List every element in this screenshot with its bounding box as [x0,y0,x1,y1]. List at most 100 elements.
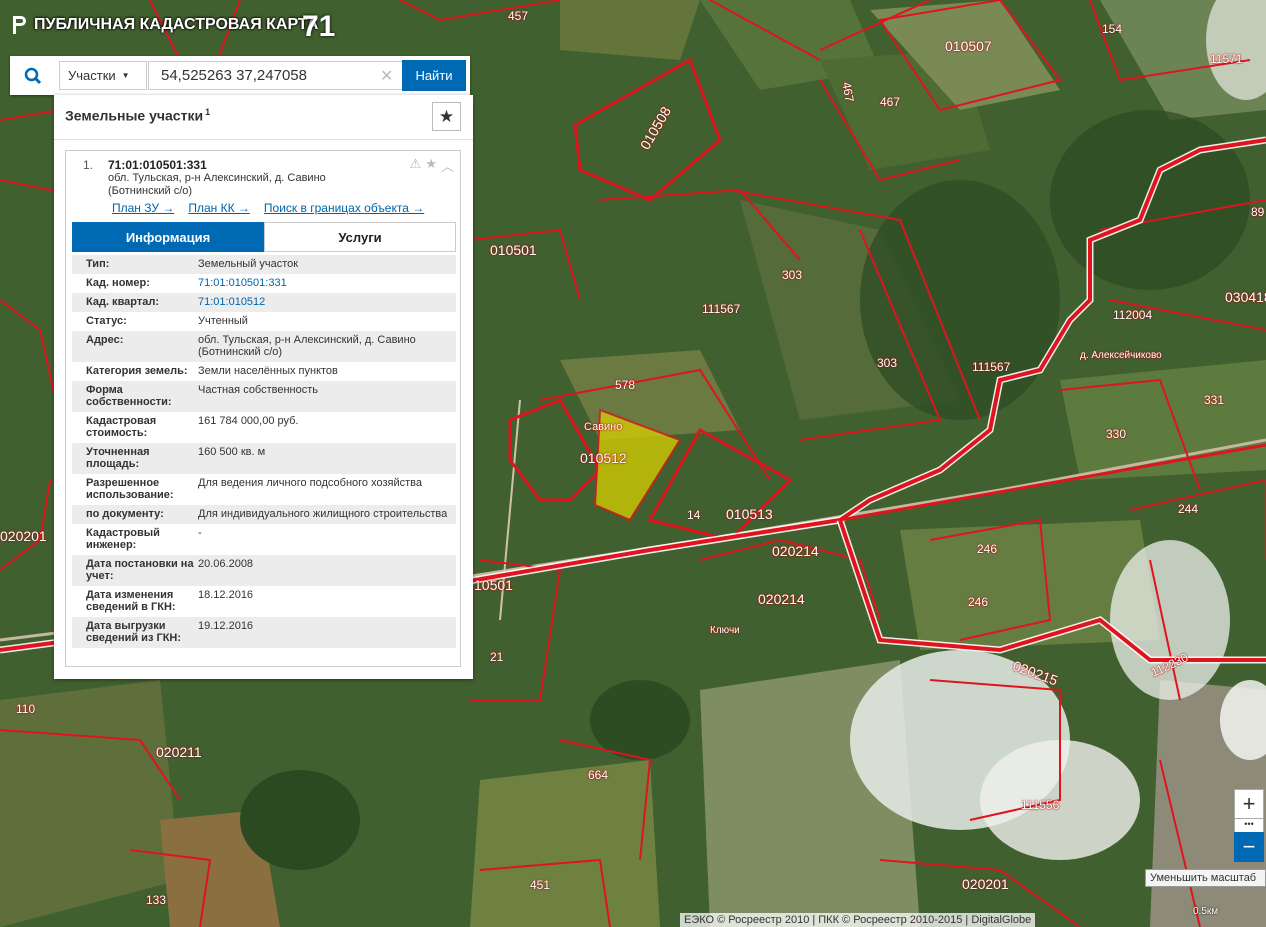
info-key: Кадастровая стоимость: [86,415,157,439]
star-icon: ★ [438,106,455,126]
cad-number-link[interactable]: 71:01:010501:331 [198,277,456,289]
search-type-select[interactable]: Участки ▼ [59,61,147,90]
info-row: Кад. номер: 71:01:010501:331 [72,274,456,293]
panel-header: Земельные участки 1 ★ [54,95,473,140]
info-value: 160 500 кв. м [198,446,266,458]
zoom-out-button[interactable]: − [1234,832,1264,862]
parcel-label: 246 [977,542,998,556]
quarter-label: 020201 [962,876,1009,892]
parcel-label: 330 [1106,427,1127,441]
info-row: Дата постановки на учет: 20.06.2008 [72,555,456,586]
info-value: 20.06.2008 [198,558,254,570]
parcel-label: 11571 [1210,52,1243,66]
parcel-label: 111567 [702,302,741,316]
info-row: по документу: Для индивидуального жилищно… [72,505,456,524]
info-key: Дата постановки на учет: [86,558,194,582]
info-key: Кад. квартал: [86,296,160,308]
place-label: Ключи [710,625,740,636]
tab-info[interactable]: Информация [72,222,264,252]
quarter-label: 010513 [726,506,773,522]
info-key: Форма собственности: [86,384,172,408]
favorites-button[interactable]: ★ [432,102,461,131]
star-icon[interactable]: ★ [425,156,437,175]
results-panel: Земельные участки 1 ★ 1. 71:01:010501:331… [54,95,473,679]
card-address: обл. Тульская, р-н Алексинский, д. Савин… [108,172,326,197]
info-value: Земельный участок [198,258,299,270]
chevron-up-icon[interactable]: ︿ [441,156,454,175]
app-title-text: ПУБЛИЧНАЯ КАДАСТРОВАЯ КАРТА [34,16,319,33]
info-key: Дата изменения сведений в ГКН: [86,589,176,613]
info-key: по документу: [86,508,164,520]
parcel-label: 451 [530,878,551,892]
info-row: Категория земель: Земли населённых пункто… [72,362,456,381]
parcel-label: 303 [877,356,898,370]
caret-down-icon: ▼ [121,71,130,80]
info-key: Тип: [86,258,110,270]
search-input[interactable]: 54,525263 37,247058 [148,61,410,90]
place-label: Савино [584,421,623,433]
parcel-label: 244 [1178,502,1199,516]
info-value: обл. Тульская, р-н Алексинский, д. Савин… [198,334,416,358]
search-in-bounds-link[interactable]: Поиск в границах объекта → [264,201,424,215]
info-row: Тип: Земельный участок [72,255,456,274]
search-icon[interactable] [10,56,56,95]
parcel-label: 21 [490,650,504,664]
info-value: Учтенный [198,315,248,327]
info-value: Для ведения личного подсобного хозяйства [198,477,422,489]
info-key: Категория земель: [86,365,188,377]
parcel-label: 14 [687,508,701,522]
map-attribution: ЕЭКО © Росреестр 2010 | ПКК © Росреестр … [680,913,1036,927]
parcel-label: 467 [880,95,901,109]
parcel-label: 457 [508,9,529,23]
warning-icon[interactable]: ⚠ [410,156,422,175]
quarter-label: 010501 [490,242,537,258]
quarter-label: 010507 [945,38,992,54]
panel-title: Земельные участки 1 [65,107,210,124]
result-count: 1 [205,107,211,117]
info-row: Форма собственности: Частная собственност… [72,381,456,412]
card-links: План ЗУ → План КК → Поиск в границах объ… [112,201,424,215]
info-value: Для индивидуального жилищного строительс… [198,508,448,520]
info-key: Адрес: [86,334,124,346]
parcel-label: 664 [588,768,609,782]
plan-kk-link[interactable]: План КК → [188,201,250,215]
zoom-controls: + ••• − [1234,789,1264,862]
parcel-label: 154 [1102,22,1123,36]
app-title[interactable]: ПУБЛИЧНАЯ КАДАСТРОВАЯ КАРТА [10,14,318,36]
zoom-in-button[interactable]: + [1234,789,1264,819]
parcel-label: 111567 [972,360,1011,374]
info-row: Кадастровый инженер: - [72,524,456,555]
plan-zu-link[interactable]: План ЗУ → [112,201,174,215]
info-value: 161 784 000,00 руб. [198,415,299,427]
parcel-label: 133 [146,893,167,907]
info-key: Кадастровый инженер: [86,527,160,551]
info-row: Статус: Учтенный [72,312,456,331]
parcel-label: 112004 [1113,308,1153,322]
tab-services[interactable]: Услуги [264,222,456,252]
info-row: Уточненная площадь: 160 500 кв. м [72,443,456,474]
parcel-label: 303 [782,268,803,282]
parcel-card: 1. 71:01:010501:331 обл. Тульская, р-н А… [65,150,461,667]
info-value: Частная собственность [198,384,319,396]
cad-quarter-link[interactable]: 71:01:010512 [198,296,456,308]
place-label: д. Алексейчиково [1080,350,1162,361]
find-button[interactable]: Найти [402,60,466,91]
search-bar: Участки ▼ 54,525263 37,247058 ✕ Найти [10,56,470,95]
card-actions: ⚠ ★ ︿ [410,156,454,175]
quarter-label: 020201 [0,528,47,544]
info-key: Уточненная площадь: [86,446,150,470]
card-cad-number[interactable]: 71:01:010501:331 [108,158,207,172]
zoom-level-dots[interactable]: ••• [1234,819,1264,832]
info-value: - [198,527,202,539]
quarter-label: 10501 [474,577,513,593]
info-table: Тип: Земельный участок Кад. номер: 71:01:0… [72,255,456,648]
region-number: 71 [302,10,336,43]
panel-title-text: Земельные участки [65,107,204,124]
info-value: 18.12.2016 [198,589,254,601]
clear-icon[interactable]: ✕ [380,66,393,86]
parcel-label: 89 [1251,205,1265,219]
quarter-label: 030418 [1225,289,1266,305]
parcel-label: 331 [1204,393,1225,407]
info-key: Статус: [86,315,127,327]
scale-bar: 0.5км [1193,906,1219,917]
